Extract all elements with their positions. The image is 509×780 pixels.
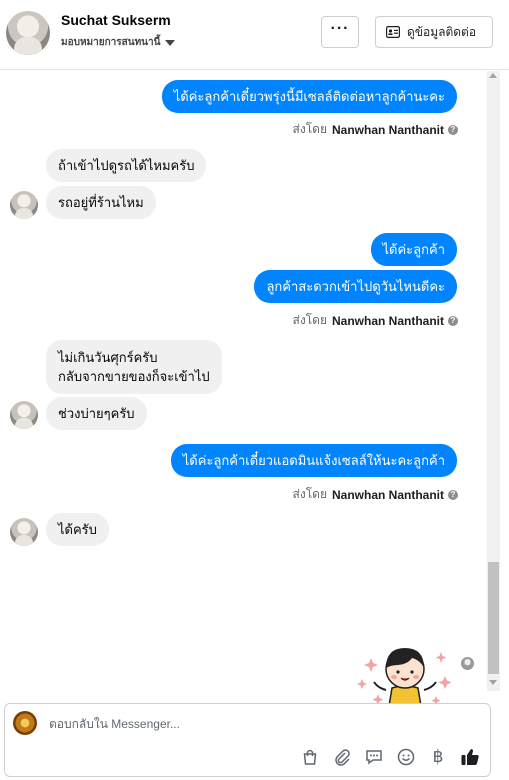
- seen-avatar-icon: [461, 657, 474, 670]
- conversation-header: Suchat Sukserm มอบหมายการสนทนานี้ ··· ดู…: [0, 0, 509, 70]
- outgoing-message[interactable]: ได้ค่ะลูกค้า: [370, 233, 457, 266]
- message-thread: ได้ค่ะลูกค้าเดี๋ยวพรุ่งนี้มีเซลล์ติดต่อห…: [0, 71, 485, 727]
- outgoing-message[interactable]: ได้ค่ะลูกค้าเดี๋ยวแอดมินแจ้งเซลล์ให้นะคะ…: [170, 444, 457, 477]
- outgoing-message[interactable]: ลูกค้าสะดวกเข้าไปดูวันไหนดีคะ: [254, 270, 457, 303]
- caret-down-icon: [165, 39, 176, 46]
- sent-by-label: ส่งโดย Nanwhan Nanthanit ?: [293, 311, 458, 330]
- outgoing-message[interactable]: ได้ค่ะลูกค้าเดี๋ยวพรุ่งนี้มีเซลล์ติดต่อห…: [161, 80, 457, 113]
- message-line: กลับจากขายของก็จะเข้าไป: [58, 369, 210, 384]
- sender-name: Nanwhan Nanthanit: [331, 122, 444, 137]
- scroll-down-icon[interactable]: [489, 680, 497, 685]
- paperclip-icon[interactable]: [331, 746, 353, 768]
- saved-reply-icon[interactable]: [363, 746, 385, 768]
- scrollbar-thumb[interactable]: [488, 562, 499, 674]
- contact-avatar[interactable]: [6, 11, 50, 55]
- sender-avatar[interactable]: [10, 518, 38, 546]
- more-icon: ···: [330, 20, 350, 37]
- sent-by-prefix: ส่งโดย: [292, 313, 327, 327]
- help-icon[interactable]: ?: [448, 315, 458, 326]
- incoming-message[interactable]: รถอยู่ที่ร้านไหม: [46, 186, 156, 219]
- sender-avatar[interactable]: [10, 191, 38, 219]
- help-icon[interactable]: ?: [448, 489, 458, 500]
- view-contact-info-label: ดูข้อมูลติดต่อ: [407, 24, 477, 39]
- baht-icon[interactable]: ฿: [427, 746, 449, 768]
- incoming-message[interactable]: ได้ครับ: [46, 513, 109, 546]
- incoming-message[interactable]: ไม่เกินวันศุกร์ครับ กลับจากขายของก็จะเข้…: [46, 340, 222, 394]
- reply-composer: ตอบกลับใน Messenger... ฿: [4, 703, 491, 777]
- scroll-up-icon[interactable]: [489, 73, 497, 78]
- sent-by-prefix: ส่งโดย: [292, 122, 327, 136]
- sent-by-label: ส่งโดย Nanwhan Nanthanit ?: [293, 485, 458, 504]
- incoming-message[interactable]: ช่วงบ่ายๆครับ: [46, 397, 147, 430]
- sent-by-label: ส่งโดย Nanwhan Nanthanit ?: [293, 120, 458, 139]
- sender-avatar[interactable]: [10, 401, 38, 429]
- reply-input[interactable]: ตอบกลับใน Messenger...: [49, 715, 469, 734]
- more-options-button[interactable]: ···: [321, 16, 359, 48]
- contact-name[interactable]: Suchat Sukserm: [61, 12, 171, 28]
- view-contact-info-button[interactable]: ดูข้อมูลติดต่อ: [375, 16, 493, 48]
- assign-label: มอบหมายการสนทนานี้: [61, 37, 161, 48]
- shopping-bag-icon[interactable]: [299, 746, 321, 768]
- assign-conversation-dropdown[interactable]: มอบหมายการสนทนานี้: [61, 35, 176, 50]
- sender-name: Nanwhan Nanthanit: [331, 313, 444, 328]
- sender-name: Nanwhan Nanthanit: [331, 487, 444, 502]
- emoji-icon[interactable]: [395, 746, 417, 768]
- page-avatar: [13, 711, 37, 735]
- help-icon[interactable]: ?: [448, 124, 458, 135]
- sent-by-prefix: ส่งโดย: [292, 487, 327, 501]
- composer-toolbar: ฿: [299, 746, 491, 768]
- contact-card-icon: [386, 26, 400, 38]
- message-line: ไม่เกินวันศุกร์ครับ: [58, 350, 158, 365]
- incoming-message[interactable]: ถ้าเข้าไปดูรถได้ไหมครับ: [46, 149, 207, 182]
- thumbs-up-icon[interactable]: [459, 746, 481, 768]
